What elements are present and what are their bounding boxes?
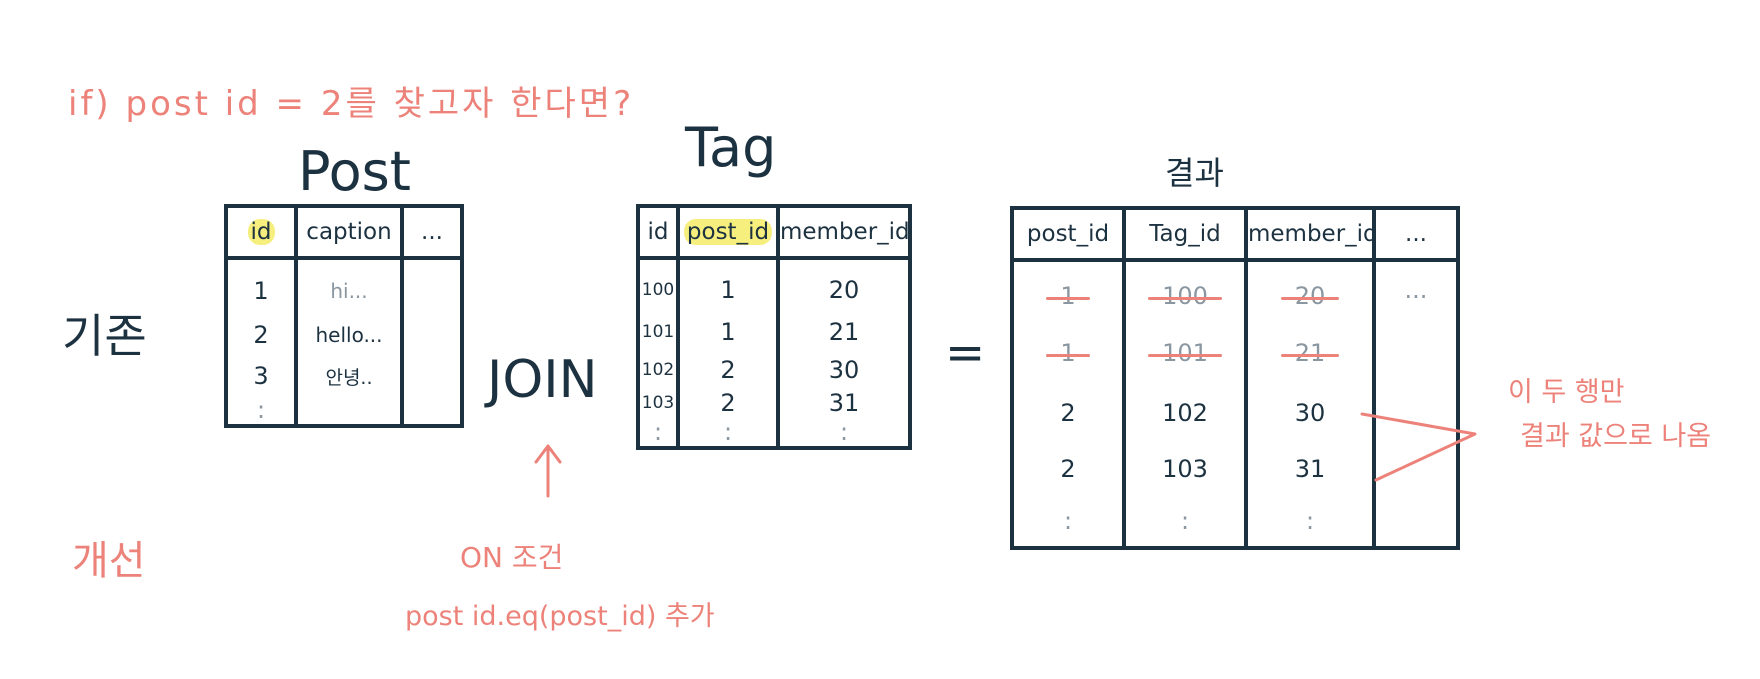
table-row-struck: 1 100 20 ...: [1012, 260, 1458, 548]
diagram-canvas: if) post id = 2를 찾고자 한다면? 기존 개선 Post id …: [0, 0, 1760, 679]
label-basic: 기존: [62, 309, 147, 363]
result-col-member-id: member_id: [1244, 208, 1378, 262]
result-table-title: 결과: [1165, 154, 1224, 192]
on-condition-line1: ON 조건: [460, 541, 564, 574]
tag-col-member-id: member_id: [776, 206, 910, 260]
result-header-row: post_id Tag_id member_id ...: [1012, 208, 1458, 262]
table-row: 100 1 20: [638, 258, 910, 312]
result-col-more: ...: [1372, 208, 1458, 262]
top-question-note: if) post id = 2를 찾고자 한다면?: [68, 84, 635, 124]
result-col-post-id: post_id: [1012, 208, 1124, 262]
post-col-id: id: [226, 206, 296, 260]
table-row: 103 2 31: [638, 388, 910, 418]
tag-header-row: id post_id member_id: [638, 206, 910, 260]
result-table: post_id Tag_id member_id ... 1 100 20 ..…: [1010, 206, 1460, 550]
join-label: JOIN: [487, 350, 598, 410]
table-row: 102 2 30: [638, 352, 910, 388]
post-col-caption: caption: [294, 206, 402, 260]
post-table: id caption ... 1 hi... 2 hello... 3 안녕..…: [224, 204, 464, 428]
label-improved: 개선: [72, 538, 146, 584]
table-row: : : :: [638, 418, 910, 448]
table-row: 1 hi...: [226, 258, 462, 426]
post-col-more: ...: [400, 206, 462, 260]
tag-col-id: id: [638, 206, 678, 260]
equals-sign: =: [945, 325, 986, 381]
annotation-line2: 결과 값으로 나옴: [1520, 421, 1712, 452]
post-header-row: id caption ...: [226, 206, 462, 260]
table-row: 101 1 21: [638, 312, 910, 352]
result-col-tag-id: Tag_id: [1122, 208, 1246, 262]
up-arrow-icon: [534, 444, 562, 498]
post-table-title: Post: [298, 140, 411, 203]
tag-table: id post_id member_id 100 1 20 101 1 21 1…: [636, 204, 912, 450]
tag-col-post-id: post_id: [676, 206, 778, 260]
on-condition-line2: post id.eq(post_id) 추가: [405, 601, 715, 632]
tag-table-title: Tag: [685, 116, 777, 179]
annotation-line1: 이 두 행만: [1508, 377, 1625, 408]
